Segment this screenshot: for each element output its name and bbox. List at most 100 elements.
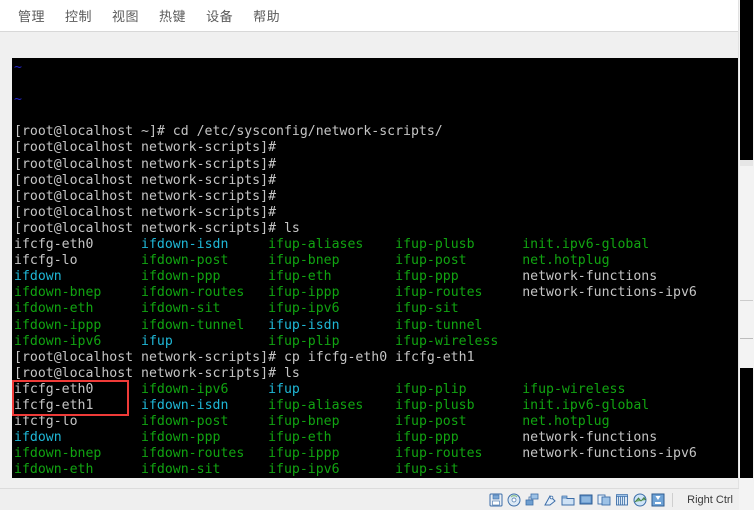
file-ifdown-post: ifdown-post	[141, 414, 269, 430]
file-ifdown-ppp: ifdown-ppp	[141, 430, 269, 446]
file-ifup-plusb: ifup-plusb	[395, 397, 523, 413]
file-ifdown-post: ifdown-post	[141, 253, 269, 269]
file-ifdown-routes: ifdown-routes	[141, 285, 269, 301]
terminal-command-line: [root@localhost network-scripts]# cp ifc…	[14, 350, 739, 366]
shell-prompt: [root@localhost ~]#	[14, 124, 173, 140]
file-ifup-tunnel: ifup-tunnel	[395, 317, 523, 333]
terminal-prompt-line: [root@localhost network-scripts]#	[14, 189, 739, 205]
file-ifdown-sit: ifdown-sit	[141, 301, 269, 317]
file-ifup-ippp: ifup-ippp	[268, 446, 396, 462]
file-ifup: ifup	[268, 381, 396, 397]
ls-output-first-row: ifdown-eth ifdown-sit ifup-ipv6 ifup-sit	[14, 301, 739, 317]
file-ifdown-ppp: ifdown-ppp	[141, 269, 269, 285]
ls-output-second-row: ifdown-bnep ifdown-routes ifup-ippp ifup…	[14, 446, 739, 462]
file-ifdown-eth: ifdown-eth	[14, 301, 142, 317]
file-network-functions-ipv6: network-functions-ipv6	[522, 446, 713, 462]
menu-item-manage[interactable]: 管理	[8, 3, 55, 28]
file-ifdown-eth: ifdown-eth	[14, 462, 142, 478]
vertical-scrollbar[interactable]	[738, 0, 754, 510]
status-bar-icon-group: Right Ctrl	[489, 492, 733, 507]
file-ifcfg-eth0: ifcfg-eth0	[14, 381, 142, 397]
scrollbar-track-mark-mid	[740, 300, 753, 301]
terminal-prompt-line: [root@localhost network-scripts]#	[14, 205, 739, 221]
clipboard-icon[interactable]	[597, 493, 611, 507]
scrollbar-thumb[interactable]	[740, 0, 753, 160]
file-ifup-ppp: ifup-ppp	[395, 269, 523, 285]
scrollbar-thumb-lower[interactable]	[740, 368, 753, 478]
menu-item-device[interactable]: 设备	[196, 3, 243, 28]
display-icon[interactable]	[579, 493, 593, 507]
terminal-command-line: [root@localhost network-scripts]# ls	[14, 221, 739, 237]
terminal-text-area[interactable]: ~ ~ [root@localhost ~]# cd /etc/sysconfig/…	[12, 58, 739, 478]
terminal-tilde-line: ~	[14, 60, 739, 76]
file-ifup-post: ifup-post	[395, 253, 523, 269]
file-ifcfg-eth0: ifcfg-eth0	[14, 237, 142, 253]
globe-icon[interactable]	[633, 493, 647, 507]
menu-item-view[interactable]: 视图	[102, 3, 149, 28]
network-icon[interactable]	[525, 493, 539, 507]
shell-prompt: [root@localhost network-scripts]#	[14, 349, 284, 365]
cdrom-icon[interactable]	[507, 493, 521, 507]
ls-output-first-row: ifcfg-lo ifdown-post ifup-bnep ifup-post…	[14, 253, 739, 269]
ls-output-first-row: ifdown ifdown-ppp ifup-eth ifup-ppp netw…	[14, 269, 739, 285]
file-ifdown-ipv6: ifdown-ipv6	[14, 333, 142, 349]
shell-prompt: [root@localhost network-scripts]#	[14, 172, 284, 188]
virtual-machine-window: 管理 控制 视图 热键 设备 帮助 ~ ~ [root@localhost ~]# …	[0, 0, 754, 510]
file-ifup-eth: ifup-eth	[268, 430, 396, 446]
file-net.hotplug: net.hotplug	[522, 414, 713, 430]
file-ifup-plusb: ifup-plusb	[395, 237, 523, 253]
minimize-icon[interactable]	[651, 493, 665, 507]
file-ifdown-bnep: ifdown-bnep	[14, 446, 142, 462]
ls-output-second-row: ifcfg-eth1 ifdown-isdn ifup-aliases ifup…	[14, 398, 739, 414]
terminal-prompt-line: [root@localhost network-scripts]#	[14, 173, 739, 189]
file-ifup-plip: ifup-plip	[395, 381, 523, 397]
command-ls: ls	[283, 365, 300, 381]
file-network-functions: network-functions	[522, 430, 713, 446]
file-ifdown-bnep: ifdown-bnep	[14, 285, 142, 301]
ls-output-first-row: ifdown-bnep ifdown-routes ifup-ippp ifup…	[14, 285, 739, 301]
vim-tilde: ~	[14, 92, 22, 108]
file-ifdown-ipv6: ifdown-ipv6	[141, 381, 269, 397]
command-cd: cd /etc/sysconfig/network-scripts/	[172, 124, 443, 140]
file-ifdown-routes: ifdown-routes	[141, 446, 269, 462]
file-ifdown-ippp: ifdown-ippp	[14, 317, 142, 333]
file-ifup-aliases: ifup-aliases	[268, 237, 396, 253]
file-ifup-routes: ifup-routes	[395, 285, 523, 301]
file-ifdown-isdn: ifdown-isdn	[141, 237, 269, 253]
file-ifdown: ifdown	[14, 269, 142, 285]
file-ifup-bnep: ifup-bnep	[268, 253, 396, 269]
usb-icon[interactable]	[543, 493, 557, 507]
terminal-command-line: [root@localhost ~]# cd /etc/sysconfig/ne…	[14, 124, 739, 140]
menu-item-control[interactable]: 控制	[55, 3, 102, 28]
file-net.hotplug: net.hotplug	[522, 253, 713, 269]
menu-bar: 管理 控制 视图 热键 设备 帮助	[0, 0, 739, 32]
ls-output-first-row: ifcfg-eth0 ifdown-isdn ifup-aliases ifup…	[14, 237, 739, 253]
shell-prompt: [root@localhost network-scripts]#	[14, 140, 284, 156]
file-ifup-ipv6: ifup-ipv6	[268, 301, 396, 317]
ls-output-second-row: ifdown-eth ifdown-sit ifup-ipv6 ifup-sit	[14, 462, 739, 478]
ls-output-second-row: ifcfg-eth0 ifdown-ipv6 ifup ifup-plip if…	[14, 382, 739, 398]
shell-prompt: [root@localhost network-scripts]#	[14, 365, 284, 381]
shell-prompt: [root@localhost network-scripts]#	[14, 188, 284, 204]
menu-item-help[interactable]: 帮助	[243, 3, 290, 28]
floppy-icon[interactable]	[489, 493, 503, 507]
folder-icon[interactable]	[561, 493, 575, 507]
ls-output-second-row: ifdown ifdown-ppp ifup-eth ifup-ppp netw…	[14, 430, 739, 446]
menu-item-hotkey[interactable]: 热键	[149, 3, 196, 28]
file-ifup-post: ifup-post	[395, 414, 523, 430]
file-ifup-aliases: ifup-aliases	[268, 397, 396, 413]
file-ifup-bnep: ifup-bnep	[268, 414, 396, 430]
shell-prompt: [root@localhost network-scripts]#	[14, 156, 284, 172]
file-init.ipv6-global: init.ipv6-global	[522, 237, 713, 253]
file-ifup-wireless: ifup-wireless	[522, 381, 713, 397]
command-ls: ls	[283, 220, 300, 236]
terminal-console[interactable]: ~ ~ [root@localhost ~]# cd /etc/sysconfig/…	[12, 58, 739, 478]
file-ifcfg-lo: ifcfg-lo	[14, 253, 142, 269]
ls-output-first-row: ifdown-ipv6 ifup ifup-plip ifup-wireless	[14, 334, 739, 350]
record-icon[interactable]	[615, 493, 629, 507]
file-ifup-isdn: ifup-isdn	[268, 317, 396, 333]
shell-prompt: [root@localhost network-scripts]#	[14, 204, 284, 220]
host-key-label: Right Ctrl	[687, 493, 733, 506]
file-ifcfg-lo: ifcfg-lo	[14, 414, 142, 430]
